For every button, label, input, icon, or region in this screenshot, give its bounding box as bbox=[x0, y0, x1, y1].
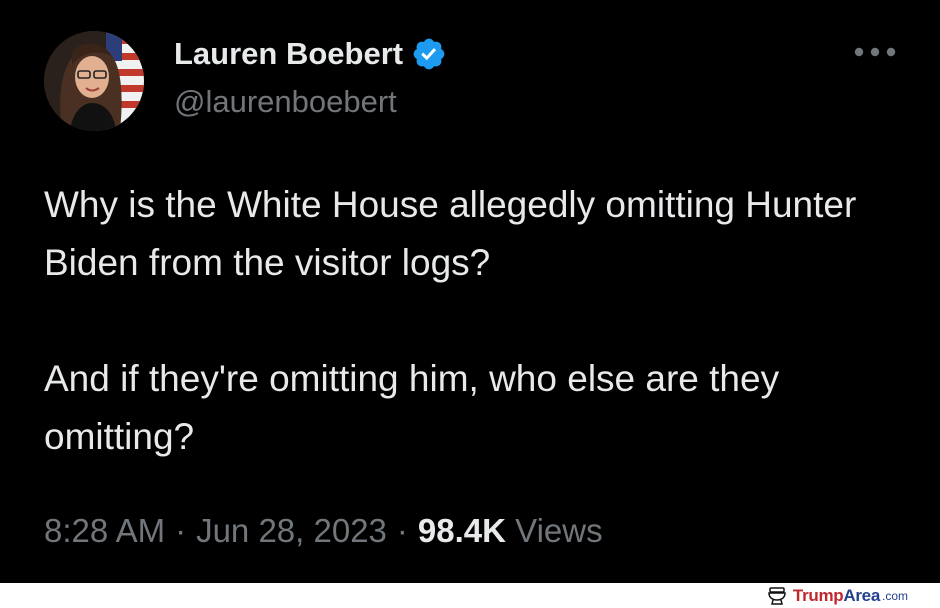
tweet-text: Why is the White House allegedly omittin… bbox=[44, 176, 914, 466]
more-options-button[interactable] bbox=[850, 40, 900, 64]
watermark-brand-part1: Trump bbox=[792, 586, 844, 605]
tweet-paragraph: And if they're omitting him, who else ar… bbox=[44, 358, 780, 457]
views-label: Views bbox=[515, 512, 603, 549]
tweet-time[interactable]: 8:28 AM bbox=[44, 512, 165, 550]
watermark: TrumpArea .com bbox=[767, 586, 908, 606]
tweet-paragraph: Why is the White House allegedly omittin… bbox=[44, 184, 857, 283]
tweet-meta: 8:28 AM · Jun 28, 2023 · 98.4K Views bbox=[44, 512, 603, 550]
toilet-icon bbox=[768, 587, 786, 605]
tweet-date[interactable]: Jun 28, 2023 bbox=[196, 512, 387, 550]
author-row: Lauren Boebert bbox=[174, 34, 447, 74]
display-name[interactable]: Lauren Boebert bbox=[174, 36, 403, 72]
verified-badge-icon bbox=[413, 38, 445, 70]
watermark-brand-part2: Area bbox=[843, 586, 880, 605]
meta-separator: · bbox=[396, 512, 408, 549]
avatar[interactable] bbox=[44, 31, 144, 131]
views-count[interactable]: 98.4K bbox=[418, 512, 506, 549]
user-handle[interactable]: @laurenboebert bbox=[174, 84, 397, 120]
more-options-icon bbox=[854, 47, 896, 57]
meta-separator: · bbox=[175, 512, 187, 549]
watermark-brand: TrumpArea bbox=[793, 586, 880, 606]
tweet-card: Lauren Boebert @laurenboebert Why is the… bbox=[0, 0, 940, 583]
watermark-tld: .com bbox=[881, 589, 908, 603]
